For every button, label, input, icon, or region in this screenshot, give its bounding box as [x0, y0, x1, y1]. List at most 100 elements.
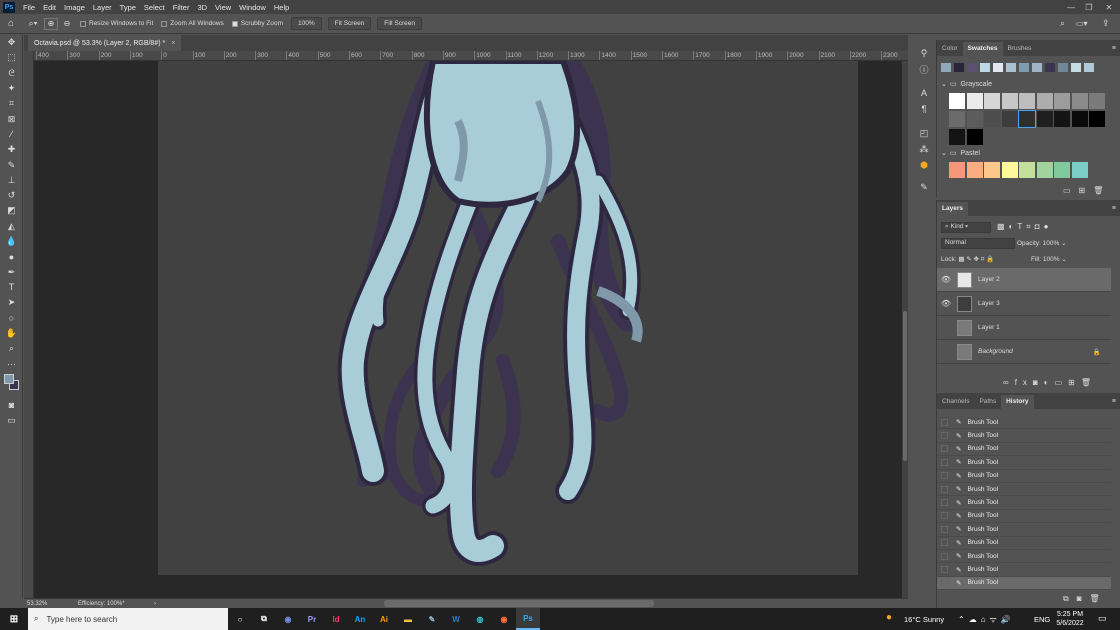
grayscale-swatch[interactable]: [966, 93, 983, 109]
grayscale-swatch[interactable]: [949, 129, 965, 145]
fit-screen-button[interactable]: Fit Screen: [327, 17, 372, 30]
grayscale-swatch[interactable]: [1036, 93, 1053, 109]
recent-swatch[interactable]: [980, 63, 990, 72]
zoom-tool-icon[interactable]: ⌕▾: [22, 18, 44, 29]
recent-swatch[interactable]: [1006, 63, 1016, 72]
grayscale-swatch[interactable]: [1001, 93, 1018, 109]
zoom-out-icon[interactable]: ⊖: [60, 19, 74, 28]
pastel-swatch[interactable]: [984, 162, 1000, 178]
history-item[interactable]: ✎ Brush Tool: [937, 576, 1111, 590]
grayscale-swatch[interactable]: [1071, 111, 1088, 127]
recent-swatch[interactable]: [1045, 63, 1055, 72]
panel-menu-icon[interactable]: ≡: [1112, 42, 1120, 56]
discord-icon[interactable]: ◉: [276, 608, 300, 630]
history-source-checkbox[interactable]: [941, 418, 948, 426]
history-actions[interactable]: ⧉◙🗑: [1063, 594, 1108, 604]
pastel-swatch[interactable]: [1054, 162, 1070, 178]
weather-text[interactable]: 16°C Sunny: [904, 615, 944, 624]
opacity-control[interactable]: Opacity: 100% ⌄: [1017, 239, 1067, 247]
layer-row[interactable]: Background 🔒: [937, 340, 1111, 364]
history-item[interactable]: ✎ Brush Tool: [937, 456, 1111, 470]
tab-layers[interactable]: Layers: [937, 202, 968, 216]
quick-mask-icon[interactable]: ◙: [0, 398, 23, 413]
panel-menu-icon[interactable]: ≡: [1112, 202, 1120, 216]
stamp-tool-icon[interactable]: ⊥: [0, 173, 23, 188]
tab-history[interactable]: History: [1001, 395, 1034, 409]
history-source-checkbox[interactable]: [941, 539, 948, 547]
history-item[interactable]: ✎ Brush Tool: [937, 416, 1111, 430]
healing-brush-icon[interactable]: ✚: [0, 142, 23, 157]
history-source-checkbox[interactable]: [941, 432, 948, 440]
grayscale-swatch[interactable]: [1054, 111, 1070, 127]
lasso-tool-icon[interactable]: ᘓ: [0, 66, 23, 81]
tab-channels[interactable]: Channels: [937, 395, 974, 409]
grayscale-swatch[interactable]: [1019, 93, 1035, 109]
fill-value[interactable]: 100%: [1043, 256, 1060, 263]
document-canvas[interactable]: [158, 46, 858, 575]
grayscale-swatch[interactable]: [1018, 110, 1036, 128]
info-icon[interactable]: ⓘ: [912, 61, 936, 77]
pastel-swatch[interactable]: [1019, 162, 1035, 178]
layer-name[interactable]: Layer 2: [978, 276, 1000, 283]
illustrator-icon[interactable]: Ai: [372, 608, 396, 630]
share-icon[interactable]: ⇪: [1102, 18, 1110, 29]
zoom-level[interactable]: 53.32%: [24, 601, 78, 607]
recent-swatch[interactable]: [1058, 63, 1068, 72]
history-source-checkbox[interactable]: [941, 485, 948, 493]
menu-layer[interactable]: Layer: [89, 3, 116, 12]
menu-file[interactable]: File: [19, 3, 39, 12]
layer-name[interactable]: Background: [978, 348, 1013, 355]
file-explorer-icon[interactable]: ▬: [396, 608, 420, 630]
grayscale-swatch[interactable]: [966, 129, 983, 145]
history-source-checkbox[interactable]: [941, 472, 948, 480]
zoom-in-icon[interactable]: ⊕: [44, 17, 58, 30]
history-source-checkbox[interactable]: [941, 458, 948, 466]
history-item[interactable]: ✎ Brush Tool: [937, 483, 1111, 497]
edge-icon[interactable]: ◍: [468, 608, 492, 630]
recent-swatch[interactable]: [1071, 63, 1081, 72]
recent-swatch[interactable]: [993, 63, 1003, 72]
3d-icon[interactable]: ⬢: [912, 157, 936, 173]
recent-swatch[interactable]: [1019, 63, 1029, 72]
history-item[interactable]: ✎ Brush Tool: [937, 470, 1111, 483]
frame-tool-icon[interactable]: ⊠: [0, 111, 23, 126]
visibility-eye-icon[interactable]: 👁: [937, 299, 955, 308]
grayscale-swatch[interactable]: [949, 93, 965, 109]
grayscale-group[interactable]: ⌄ ▭ Grayscale: [941, 80, 992, 89]
task-view-icon[interactable]: ⧉: [252, 608, 276, 630]
start-icon[interactable]: ⊞: [0, 608, 28, 630]
history-item[interactable]: ✎ Brush Tool: [937, 510, 1111, 524]
home-icon[interactable]: ⌂: [0, 18, 22, 29]
eraser-icon[interactable]: ◩: [0, 203, 23, 218]
history-source-checkbox[interactable]: [941, 525, 948, 533]
history-item[interactable]: ✎ Brush Tool: [937, 429, 1111, 443]
menu-filter[interactable]: Filter: [169, 3, 194, 12]
premiere-icon[interactable]: Pr: [300, 608, 324, 630]
pastel-group[interactable]: ⌄ ▭ Pastel: [941, 149, 980, 158]
menu-type[interactable]: Type: [116, 3, 140, 12]
restore-icon[interactable]: ❐: [1080, 0, 1098, 14]
tab-color[interactable]: Color: [937, 42, 963, 56]
recent-swatch[interactable]: [1084, 63, 1094, 72]
taskbar-search[interactable]: ⌕ Type here to search: [28, 608, 228, 630]
layer-name[interactable]: Layer 3: [978, 300, 1000, 307]
notifications-icon[interactable]: ▭: [1098, 613, 1107, 624]
recent-swatch[interactable]: [967, 63, 977, 72]
workspace-icon[interactable]: ▭▾: [1076, 19, 1088, 28]
path-select-icon[interactable]: ➤: [0, 295, 23, 310]
magic-wand-icon[interactable]: ✦: [0, 81, 23, 96]
pen-tool-icon[interactable]: ✒: [0, 264, 23, 279]
search-icon[interactable]: ⌕: [1060, 18, 1065, 29]
history-source-checkbox[interactable]: [941, 499, 948, 507]
layer-row[interactable]: 👁 Layer 3: [937, 292, 1111, 316]
history-source-checkbox[interactable]: [941, 512, 948, 520]
hand-tool-icon[interactable]: ✋: [0, 326, 23, 341]
recent-swatch[interactable]: [941, 63, 951, 72]
document-tab[interactable]: Octavia.psd @ 53.3% (Layer 2, RGB/8#) * …: [28, 35, 182, 51]
scrubby-zoom-checkbox[interactable]: Scrubby Zoom: [231, 20, 283, 27]
status-menu-arrow[interactable]: ›: [154, 601, 164, 607]
brush-settings-icon[interactable]: ✎: [912, 179, 936, 195]
move-tool-icon[interactable]: ✥: [0, 35, 23, 50]
tray-icons[interactable]: ⌃☁⌂ᯤ🔊: [958, 614, 1015, 625]
color-panel-icon[interactable]: ⚲: [912, 45, 936, 61]
